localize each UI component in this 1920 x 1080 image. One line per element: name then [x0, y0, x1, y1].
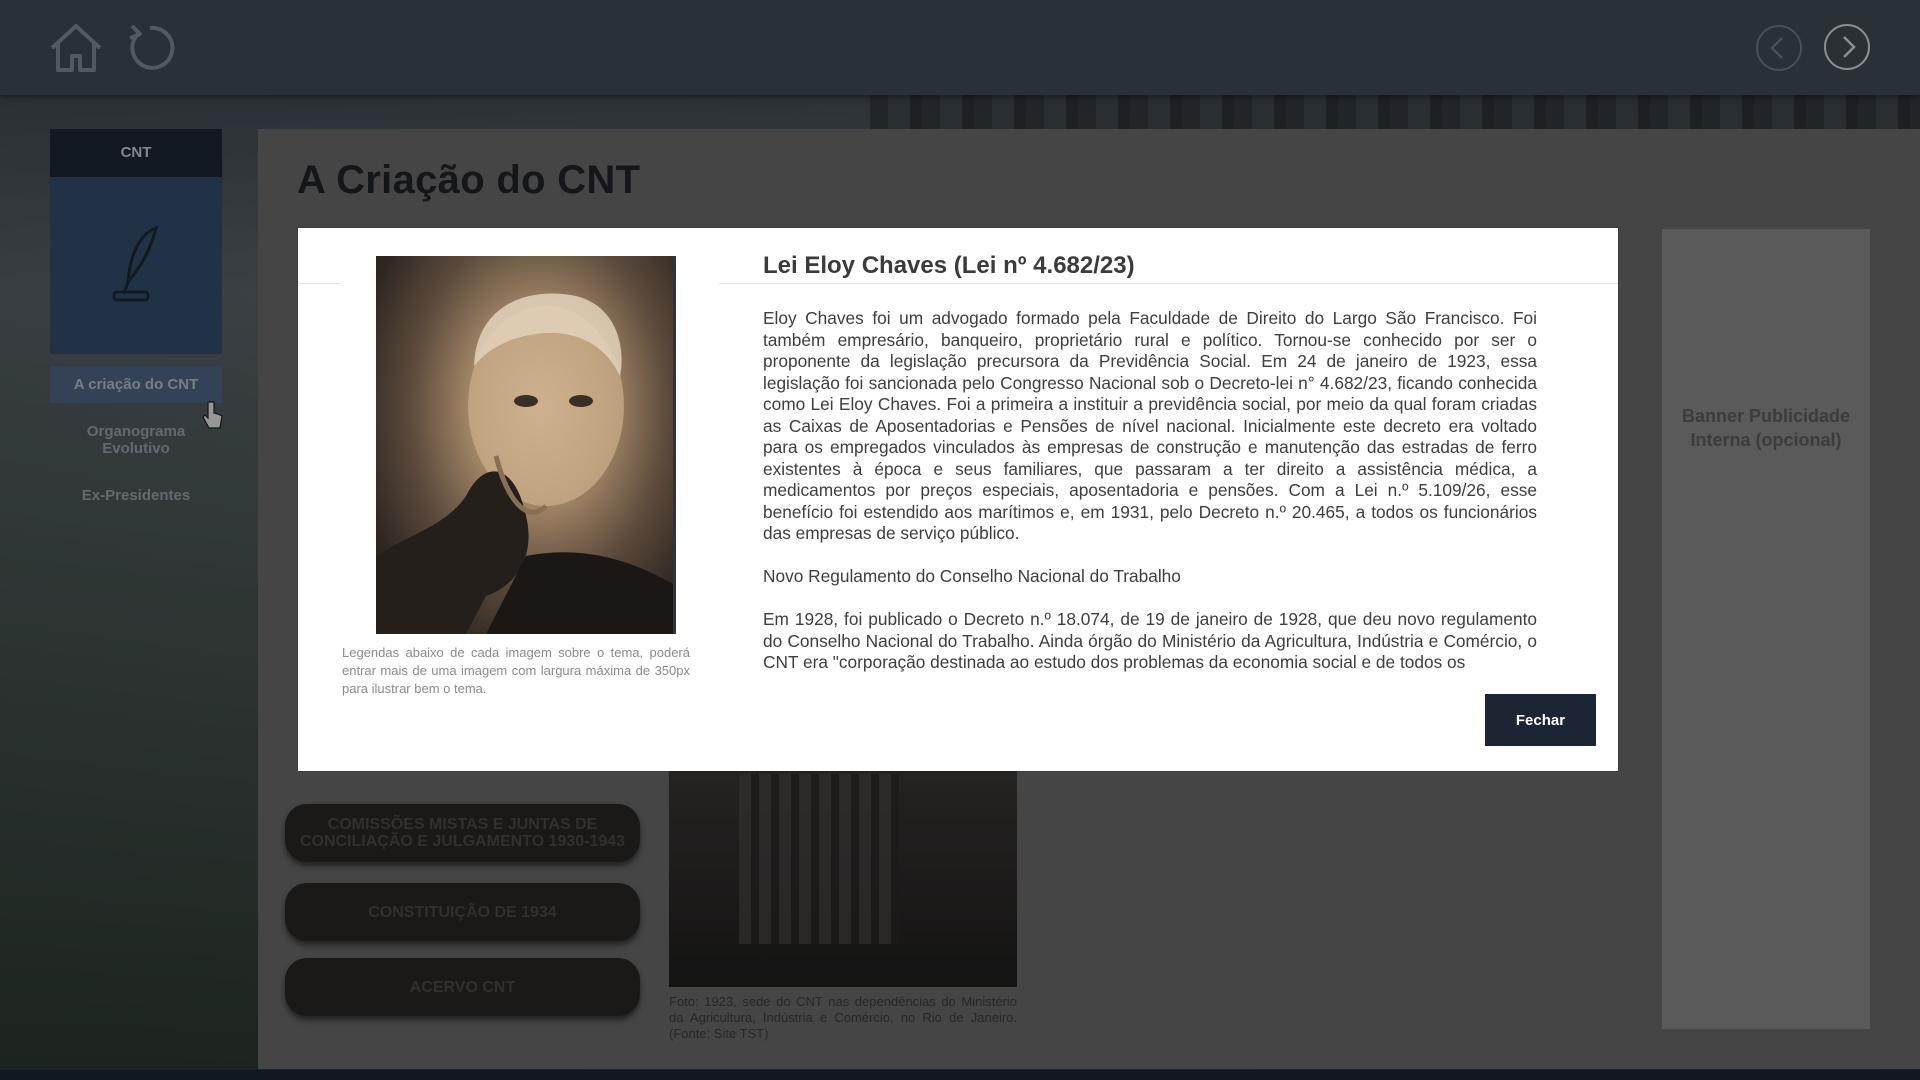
image-caption: Legendas abaixo de cada imagem sobre o t… [342, 645, 690, 696]
modal-dialog: Legendas abaixo de cada imagem sobre o t… [298, 228, 1618, 771]
modal-paragraph: Em 1928, foi publicado o Decreto n.º 18.… [763, 609, 1537, 672]
modal-body[interactable]: Eloy Chaves foi um advogado formado pela… [763, 308, 1537, 685]
modal-divider-right [719, 283, 1618, 284]
modal-paragraph: Eloy Chaves foi um advogado formado pela… [763, 308, 1537, 543]
portrait-photo [376, 256, 676, 634]
modal-divider-left [298, 283, 340, 284]
modal-subheading: Novo Regulamento do Conselho Nacional do… [763, 566, 1181, 586]
modal-title: Lei Eloy Chaves (Lei nº 4.682/23) [763, 252, 1135, 279]
close-button[interactable]: Fechar [1485, 694, 1596, 746]
